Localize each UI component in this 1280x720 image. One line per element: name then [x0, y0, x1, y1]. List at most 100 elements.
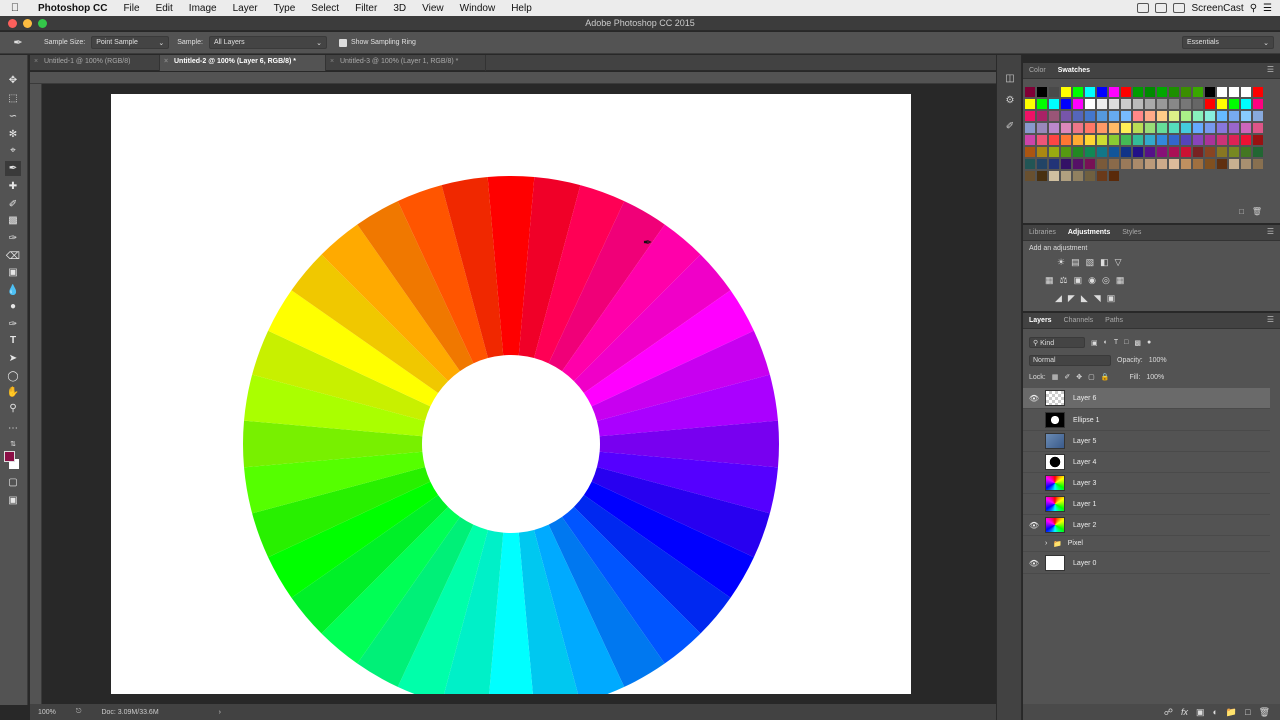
swatch[interactable] [1025, 123, 1035, 133]
color-lookup-icon[interactable]: ▦ [1116, 275, 1125, 286]
swatch[interactable] [1025, 159, 1035, 169]
tab-swatches[interactable]: Swatches [1052, 67, 1096, 74]
sample-select[interactable]: All Layers ⌄ [208, 36, 327, 49]
swatch[interactable] [1169, 99, 1179, 109]
swatch[interactable] [1097, 87, 1107, 97]
swatch[interactable] [1181, 159, 1191, 169]
swatch[interactable] [1253, 147, 1263, 157]
clone-stamp-tool-icon[interactable]: ▩ [5, 213, 21, 228]
swatch[interactable] [1073, 159, 1083, 169]
menu-app[interactable]: Photoshop CC [30, 3, 115, 14]
new-layer-icon[interactable]: □ [1245, 707, 1250, 717]
swatch[interactable] [1205, 111, 1215, 121]
swatch[interactable] [1049, 123, 1059, 133]
swatch[interactable] [1109, 111, 1119, 121]
swatch[interactable] [1109, 99, 1119, 109]
opacity-value[interactable]: 100% [1149, 357, 1167, 364]
blend-mode-select[interactable]: Normal [1029, 355, 1111, 366]
swatch[interactable] [1025, 147, 1035, 157]
swatch[interactable] [1217, 159, 1227, 169]
swatch[interactable] [1217, 135, 1227, 145]
swatch[interactable] [1109, 135, 1119, 145]
invert-icon[interactable]: ◢ [1055, 293, 1062, 304]
new-group-icon[interactable]: 📁 [1226, 707, 1237, 718]
swatch[interactable] [1109, 159, 1119, 169]
crop-tool-icon[interactable]: ⌖ [5, 143, 21, 158]
swatch[interactable] [1241, 147, 1251, 157]
close-tab-icon[interactable]: × [330, 58, 334, 65]
menu-window[interactable]: Window [452, 3, 504, 14]
swatch[interactable] [1133, 99, 1143, 109]
swatch[interactable] [1205, 147, 1215, 157]
swatch[interactable] [1073, 87, 1083, 97]
lock-artboard-icon[interactable]: ▢ [1088, 373, 1095, 381]
swatch[interactable] [1253, 87, 1263, 97]
swatch[interactable] [1121, 123, 1131, 133]
battery-icon[interactable] [1173, 3, 1186, 13]
swatch[interactable] [1109, 147, 1119, 157]
swatch[interactable] [1037, 159, 1047, 169]
swatch[interactable] [1085, 123, 1095, 133]
layer-name[interactable]: Layer 1 [1073, 501, 1096, 508]
swatch[interactable] [1049, 99, 1059, 109]
threshold-icon[interactable]: ◣ [1081, 293, 1088, 304]
layer-name[interactable]: Layer 0 [1073, 560, 1096, 567]
swatch[interactable] [1169, 111, 1179, 121]
filter-kind-select[interactable]: ⚲ Kind [1029, 337, 1085, 348]
brush-tool-icon[interactable]: ✐ [5, 197, 21, 212]
tab-styles[interactable]: Styles [1116, 229, 1147, 236]
swatch[interactable] [1193, 123, 1203, 133]
swatch[interactable] [1193, 159, 1203, 169]
swatch[interactable] [1037, 87, 1047, 97]
swatch[interactable] [1169, 147, 1179, 157]
swatch[interactable] [1049, 171, 1059, 181]
channel-mixer-icon[interactable]: ◎ [1102, 275, 1110, 286]
layer-row[interactable]: 👁 Layer 2 [1023, 515, 1270, 536]
swatch[interactable] [1229, 135, 1239, 145]
swatch[interactable] [1145, 123, 1155, 133]
brush-presets-panel-icon[interactable]: ✐ [1003, 121, 1017, 135]
selective-color-icon[interactable]: ◥ [1094, 293, 1101, 304]
hue-saturation-icon[interactable]: ▦ [1045, 275, 1054, 286]
swatch[interactable] [1121, 87, 1131, 97]
vibrance-icon[interactable]: ▽ [1115, 257, 1122, 268]
gradient-tool-icon[interactable]: ▣ [5, 265, 21, 280]
swatch[interactable] [1241, 123, 1251, 133]
swatch[interactable] [1049, 147, 1059, 157]
tab-libraries[interactable]: Libraries [1023, 229, 1062, 236]
swatch[interactable] [1133, 111, 1143, 121]
swatch[interactable] [1229, 99, 1239, 109]
tab-color[interactable]: Color [1023, 67, 1052, 74]
swatch[interactable] [1241, 99, 1251, 109]
swatch[interactable] [1097, 135, 1107, 145]
layer-row[interactable]: Layer 1 [1023, 494, 1270, 515]
swap-colors-icon[interactable]: ⇅ [5, 437, 21, 452]
more-tools-icon[interactable]: ⋯ [5, 421, 21, 436]
layer-name[interactable]: Layer 5 [1073, 438, 1096, 445]
layer-style-icon[interactable]: fx [1181, 707, 1188, 717]
status-item-icon[interactable] [1137, 3, 1150, 13]
fill-value[interactable]: 100% [1146, 374, 1164, 381]
swatch[interactable] [1073, 171, 1083, 181]
zoom-tool-icon[interactable]: ⚲ [5, 401, 21, 416]
gradient-map-icon[interactable]: ▣ [1107, 293, 1116, 304]
layer-group-row[interactable]: › 📁 Pixel [1023, 536, 1270, 552]
swatch[interactable] [1049, 135, 1059, 145]
new-adjustment-layer-icon[interactable]: ◐ [1212, 707, 1217, 717]
swatch[interactable] [1193, 135, 1203, 145]
marquee-tool-icon[interactable]: ⬚ [5, 91, 21, 106]
layer-name[interactable]: Layer 2 [1073, 522, 1096, 529]
tab-channels[interactable]: Channels [1058, 317, 1100, 324]
lock-all-icon[interactable]: 🔒 [1101, 373, 1110, 381]
swatch[interactable] [1037, 111, 1047, 121]
swatch[interactable] [1169, 159, 1179, 169]
foreground-color-swatch[interactable] [4, 451, 15, 462]
swatch[interactable] [1253, 111, 1263, 121]
swatch[interactable] [1157, 111, 1167, 121]
swatch[interactable] [1205, 135, 1215, 145]
layer-name[interactable]: Layer 4 [1073, 459, 1096, 466]
share-icon[interactable]: ⎋ [76, 708, 82, 716]
swatch[interactable] [1133, 135, 1143, 145]
swatch[interactable] [1085, 135, 1095, 145]
swatch[interactable] [1025, 111, 1035, 121]
